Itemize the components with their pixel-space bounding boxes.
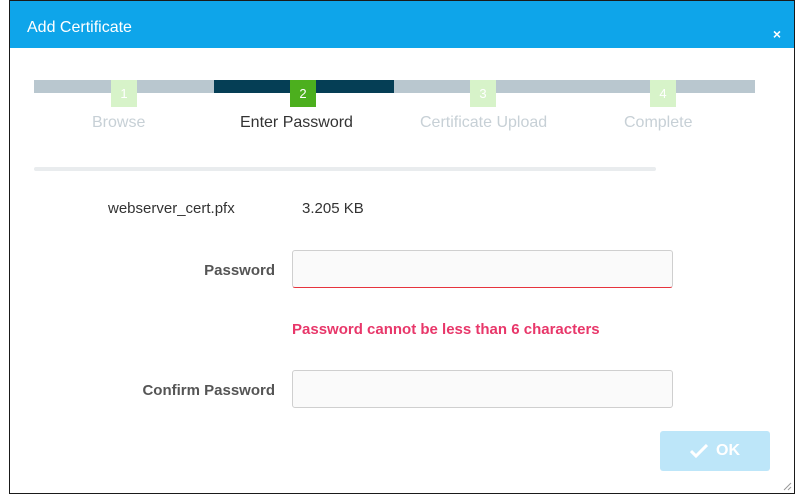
- confirm-password-label: Confirm Password: [142, 382, 275, 399]
- close-icon[interactable]: ×: [773, 27, 781, 41]
- step-4-label: Complete: [624, 114, 693, 131]
- password-input[interactable]: [292, 250, 673, 288]
- ok-button[interactable]: OK: [660, 431, 770, 471]
- ok-button-label: OK: [716, 442, 740, 459]
- step-2-label: Enter Password: [240, 114, 353, 131]
- file-name: webserver_cert.pfx: [108, 200, 235, 217]
- resize-grip-icon[interactable]: [782, 481, 792, 491]
- step-3-number: 3: [470, 80, 496, 107]
- check-icon: [690, 444, 708, 458]
- dialog-titlebar: Add Certificate ×: [10, 1, 794, 48]
- dialog-title: Add Certificate: [27, 19, 132, 36]
- step-3-label: Certificate Upload: [420, 114, 548, 131]
- password-error-message: Password cannot be less than 6 character…: [292, 321, 600, 338]
- step-2-number: 2: [290, 80, 316, 107]
- step-1-number: 1: [111, 80, 137, 107]
- add-certificate-dialog: Add Certificate × 1 2 3 4 Browse Enter P…: [9, 0, 795, 494]
- confirm-password-input[interactable]: [292, 370, 673, 408]
- divider: [34, 167, 656, 171]
- password-label: Password: [204, 262, 275, 279]
- step-1-label: Browse: [92, 114, 146, 131]
- step-4-number: 4: [650, 80, 676, 107]
- file-size: 3.205 KB: [302, 200, 364, 217]
